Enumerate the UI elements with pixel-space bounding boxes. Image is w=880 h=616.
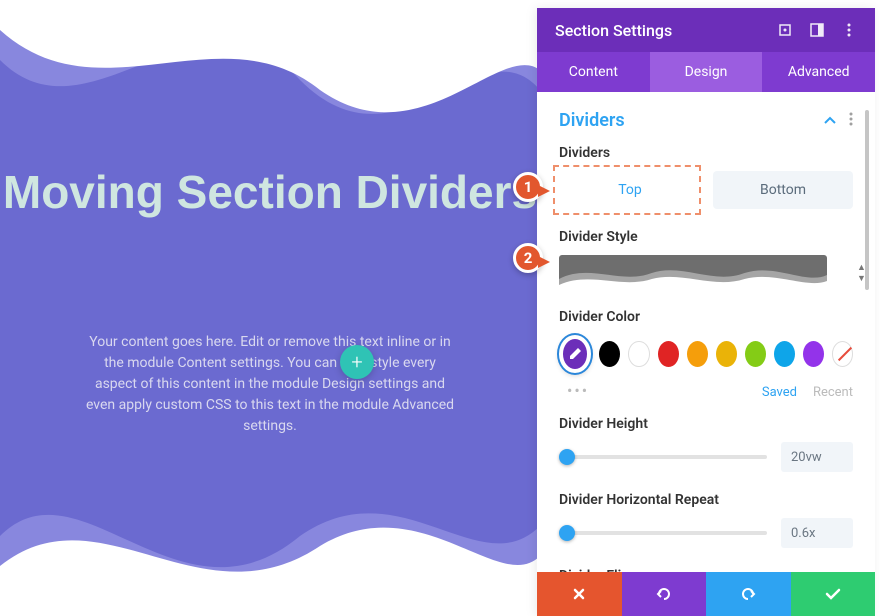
saved-colors-link[interactable]: Saved: [762, 385, 797, 400]
dividers-segment: Top Bottom: [559, 171, 853, 209]
kebab-menu-icon[interactable]: [841, 22, 857, 38]
check-icon: [825, 587, 841, 601]
color-swatch-red[interactable]: [658, 341, 679, 367]
panel-tabs: Content Design Advanced: [537, 52, 875, 92]
slider-thumb[interactable]: [559, 525, 575, 541]
group-title: Dividers: [559, 110, 625, 131]
panel-header: Section Settings: [537, 8, 875, 52]
group-menu-icon[interactable]: [849, 111, 853, 130]
divider-flip-label: Divider Flip: [559, 568, 853, 572]
callout-number: 2: [524, 249, 533, 267]
color-swatch-yellow[interactable]: [716, 341, 737, 367]
section-bottom-divider: [0, 476, 540, 616]
panel-footer: [537, 572, 875, 616]
tab-design[interactable]: Design: [650, 52, 763, 92]
callout-badge-1: 1: [513, 172, 543, 202]
dock-icon[interactable]: [809, 22, 825, 38]
save-button[interactable]: [791, 572, 876, 616]
slider-thumb[interactable]: [559, 449, 575, 465]
close-icon: [572, 587, 586, 601]
color-swatch-white[interactable]: [628, 341, 649, 367]
callout-badge-2: 2: [513, 243, 543, 273]
divider-style-select[interactable]: [559, 255, 827, 291]
section-heading[interactable]: Moving Section Dividers: [0, 165, 540, 219]
divider-top-button[interactable]: Top: [559, 171, 701, 209]
panel-title: Section Settings: [555, 21, 672, 40]
divider-repeat-label: Divider Horizontal Repeat: [559, 492, 853, 508]
more-colors-icon[interactable]: •••: [567, 381, 589, 400]
settings-panel: Section Settings Content Design Advanced: [537, 8, 875, 616]
divider-repeat-input[interactable]: 0.6x: [781, 518, 853, 548]
color-swatch-green[interactable]: [745, 341, 766, 367]
page-canvas: Moving Section Dividers Your content goe…: [0, 0, 880, 616]
expand-icon[interactable]: [777, 22, 793, 38]
recent-colors-link[interactable]: Recent: [813, 385, 853, 400]
redo-button[interactable]: [706, 572, 791, 616]
color-swatch-selected[interactable]: [559, 335, 591, 373]
tab-content[interactable]: Content: [537, 52, 650, 92]
divider-style-label: Divider Style: [559, 229, 853, 245]
undo-icon: [655, 586, 673, 602]
section-top-divider: [0, 0, 540, 160]
color-swatch-orange[interactable]: [687, 341, 708, 367]
plus-icon: +: [351, 350, 362, 374]
group-header[interactable]: Dividers: [559, 110, 853, 131]
redo-icon: [739, 586, 757, 602]
divider-repeat-slider[interactable]: [559, 531, 767, 535]
tab-advanced[interactable]: Advanced: [762, 52, 875, 92]
divider-height-label: Divider Height: [559, 416, 853, 432]
panel-body: Dividers Dividers Top Bottom Divider Sty: [537, 92, 875, 572]
dividers-label: Dividers: [559, 145, 853, 161]
style-stepper-icon[interactable]: ▲▼: [857, 255, 875, 291]
color-swatch-blue[interactable]: [774, 341, 795, 367]
undo-button[interactable]: [622, 572, 707, 616]
section-background: [0, 0, 540, 616]
cancel-button[interactable]: [537, 572, 622, 616]
color-swatch-black[interactable]: [599, 341, 620, 367]
callout-number: 1: [524, 178, 533, 196]
divider-height-input[interactable]: 20vw: [781, 442, 853, 472]
color-swatch-none[interactable]: [832, 341, 853, 367]
color-swatches: [559, 335, 853, 373]
divider-height-slider[interactable]: [559, 455, 767, 459]
color-swatch-purple[interactable]: [803, 341, 824, 367]
add-module-button[interactable]: +: [340, 345, 374, 379]
section-body-text[interactable]: Your content goes here. Edit or remove t…: [0, 332, 540, 437]
chevron-up-icon[interactable]: [823, 111, 837, 130]
divider-bottom-button[interactable]: Bottom: [713, 171, 853, 209]
divider-color-label: Divider Color: [559, 309, 853, 325]
eyedropper-icon: [567, 346, 583, 362]
